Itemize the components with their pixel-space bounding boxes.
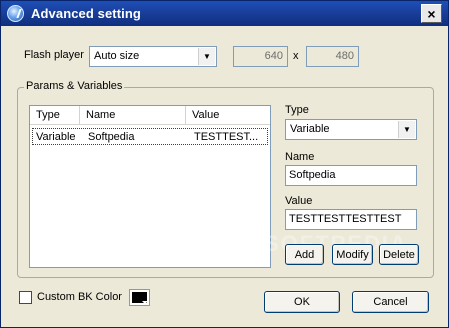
title-bar[interactable]: Advanced setting × — [1, 1, 448, 26]
custom-bk-label[interactable]: Custom BK Color — [37, 291, 122, 303]
type-label: Type — [285, 104, 309, 116]
flash-size-select[interactable]: Auto size ▼ — [89, 46, 217, 67]
value-field[interactable]: TESTTESTTESTTEST — [285, 209, 417, 230]
window-title: Advanced setting — [31, 6, 141, 21]
params-list[interactable]: Type Name Value Variable Softpedia TESTT… — [29, 105, 271, 268]
value-label: Value — [285, 195, 313, 207]
height-field[interactable]: 480 — [306, 46, 359, 67]
table-row[interactable]: Variable Softpedia TESTTEST... — [32, 128, 268, 145]
cancel-button[interactable]: Cancel — [352, 291, 429, 313]
column-name[interactable]: Name — [80, 106, 186, 125]
column-type[interactable]: Type — [30, 106, 80, 125]
row-type: Variable — [36, 131, 76, 143]
type-select-value: Variable — [290, 123, 330, 135]
width-field[interactable]: 640 — [233, 46, 288, 67]
size-separator: x — [293, 50, 299, 62]
modify-button[interactable]: Modify — [332, 244, 373, 265]
row-value: TESTTEST... — [194, 131, 259, 143]
close-button[interactable]: × — [421, 4, 442, 23]
params-group-title: Params & Variables — [24, 80, 125, 92]
flash-player-label: Flash player — [24, 49, 84, 61]
close-icon: × — [427, 5, 436, 22]
delete-button[interactable]: Delete — [379, 244, 419, 265]
bk-color-picker[interactable] — [129, 289, 150, 306]
flash-size-value: Auto size — [94, 50, 140, 62]
type-select[interactable]: Variable ▼ — [285, 119, 417, 140]
ok-button[interactable]: OK — [264, 291, 340, 313]
column-value[interactable]: Value — [186, 106, 270, 125]
flash-app-icon — [7, 5, 24, 22]
custom-bk-checkbox[interactable] — [19, 291, 32, 304]
add-button[interactable]: Add — [285, 244, 324, 265]
name-field[interactable]: Softpedia — [285, 165, 417, 186]
chevron-down-icon: ▼ — [198, 48, 215, 65]
params-list-header: Type Name Value — [30, 106, 270, 125]
row-name: Softpedia — [88, 131, 135, 143]
chevron-down-icon: ▼ — [398, 121, 415, 138]
chevron-down-icon — [142, 301, 148, 304]
name-label: Name — [285, 151, 315, 163]
advanced-setting-dialog: Advanced setting × Flash player Auto siz… — [0, 0, 449, 328]
